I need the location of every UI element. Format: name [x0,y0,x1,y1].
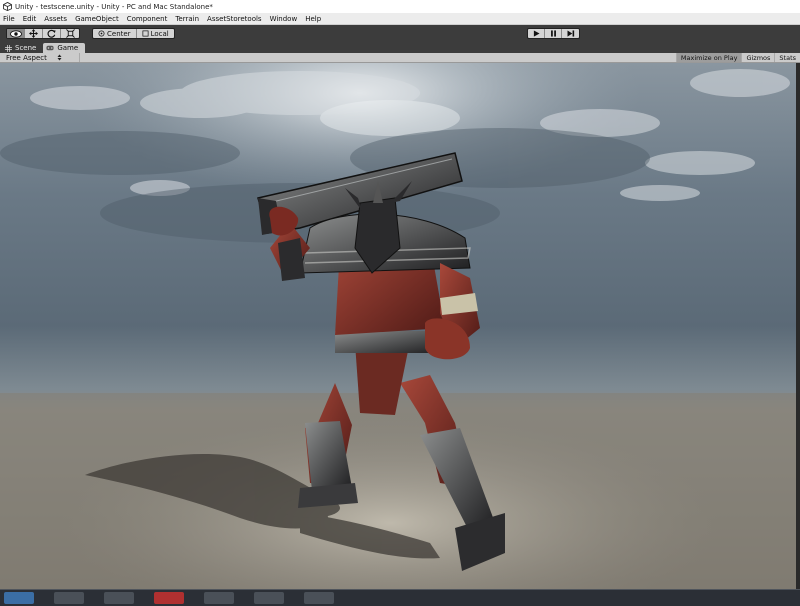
move-arrows-icon [29,29,38,38]
taskbar-app-3[interactable] [154,592,184,604]
taskbar-app-4[interactable] [204,592,234,604]
menu-assets[interactable]: Assets [44,15,67,23]
pivot-controls: Center Local [92,28,175,39]
play-button[interactable] [528,29,545,38]
taskbar-app-2[interactable] [104,592,134,604]
menu-help[interactable]: Help [305,15,321,23]
rotate-icon [47,29,56,38]
local-space-icon [142,30,149,37]
menu-gameobject[interactable]: GameObject [75,15,119,23]
title-bar: Unity - testscene.unity - Unity - PC and… [0,0,800,13]
gizmos-toggle[interactable]: Gizmos [741,53,774,62]
tab-game[interactable]: Game [43,43,86,53]
play-icon [533,30,540,37]
menu-file[interactable]: File [3,15,15,23]
start-button[interactable] [4,592,34,604]
scene-grid-icon [5,44,12,52]
menu-component[interactable]: Component [127,15,168,23]
game-view-toolbar: Free Aspect Maximize on Play Gizmos Stat… [0,53,800,63]
taskbar-app-6[interactable] [304,592,334,604]
pivot-center-label: Center [107,29,131,38]
scale-icon [65,29,75,38]
menu-terrain[interactable]: Terrain [175,15,199,23]
eye-icon [9,29,22,38]
stats-toggle[interactable]: Stats [774,53,800,62]
menu-edit[interactable]: Edit [23,15,37,23]
gamepad-icon [46,45,54,51]
pivot-icon [98,30,105,37]
scale-tool-button[interactable] [61,29,79,38]
menu-bar: File Edit Assets GameObject Component Te… [0,13,800,25]
game-viewport[interactable] [0,63,800,589]
main-toolbar: Center Local [0,25,800,42]
pause-button[interactable] [545,29,562,38]
menu-assetstoretools[interactable]: AssetStoretools [207,15,262,23]
pivot-center-button[interactable]: Center [93,29,137,38]
aspect-dropdown[interactable]: Free Aspect [0,53,80,62]
menu-window[interactable]: Window [270,15,298,23]
pivot-local-button[interactable]: Local [137,29,174,38]
os-taskbar [0,589,800,606]
dropdown-arrows-icon [57,54,62,61]
step-button[interactable] [562,29,579,38]
maximize-on-play-toggle[interactable]: Maximize on Play [675,53,742,62]
pivot-local-label: Local [150,29,169,38]
view-tabs: Scene Game [0,42,800,53]
game-view-options: Maximize on Play Gizmos Stats [675,53,800,62]
hand-tool-button[interactable] [7,29,25,38]
game-scene-render [0,63,800,589]
aspect-label: Free Aspect [6,53,47,62]
pause-icon [550,30,556,37]
unity-logo-icon [3,2,12,11]
tab-scene-label: Scene [15,44,37,52]
rotate-tool-button[interactable] [43,29,61,38]
move-tool-button[interactable] [25,29,43,38]
window-title: Unity - testscene.unity - Unity - PC and… [15,2,213,11]
playback-controls [527,28,580,39]
taskbar-app-1[interactable] [54,592,84,604]
tab-game-label: Game [57,44,79,52]
tab-scene[interactable]: Scene [2,43,43,53]
transform-tools [6,28,80,39]
step-icon [567,30,574,37]
taskbar-app-5[interactable] [254,592,284,604]
